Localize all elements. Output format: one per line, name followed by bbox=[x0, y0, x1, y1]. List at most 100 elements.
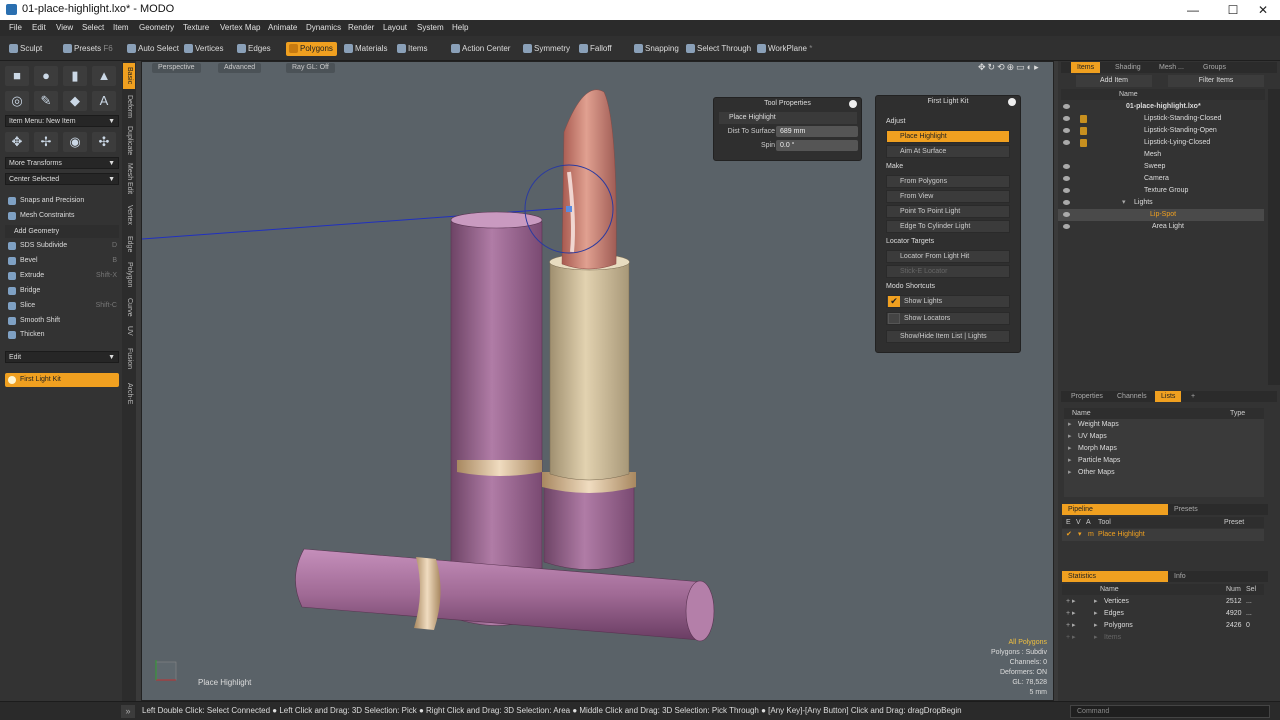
menu-file[interactable]: File bbox=[9, 23, 22, 32]
presets-button[interactable]: Presets F6 bbox=[60, 42, 117, 56]
stats-row-polygons[interactable]: + ▸ ▸ Polygons 2426 0 bbox=[1062, 620, 1264, 632]
item-row-lights[interactable]: ▾ Lights bbox=[1058, 197, 1264, 209]
scale-icon[interactable]: ◉ bbox=[63, 132, 87, 152]
edges-button[interactable]: Edges bbox=[234, 42, 275, 56]
add-geometry-header[interactable]: Add Geometry bbox=[5, 225, 119, 238]
smooth-shift-button[interactable]: Smooth Shift bbox=[5, 314, 119, 328]
falloff-button[interactable]: Falloff bbox=[576, 42, 616, 56]
eye-icon[interactable] bbox=[1063, 104, 1070, 109]
stats-row-items[interactable]: + ▸ ▸ Items bbox=[1062, 632, 1264, 644]
bridge-button[interactable]: Bridge bbox=[5, 284, 119, 298]
lock-icon[interactable] bbox=[1080, 139, 1087, 147]
extrude-button[interactable]: Extrude Shift-X bbox=[5, 269, 119, 283]
add-tab-button[interactable]: + bbox=[1185, 391, 1201, 402]
tab-polygon[interactable]: Polygon bbox=[123, 259, 135, 291]
slice-button[interactable]: Slice Shift-C bbox=[5, 299, 119, 313]
expand-arrow-icon[interactable]: ▾ bbox=[1078, 529, 1082, 541]
gizmo-handle[interactable] bbox=[566, 206, 572, 212]
list-item[interactable]: ▸ Particle Maps bbox=[1064, 455, 1270, 467]
from-polygons-button[interactable]: From Polygons bbox=[886, 175, 1010, 188]
text-icon[interactable]: A bbox=[92, 91, 116, 111]
menu-geometry[interactable]: Geometry bbox=[139, 23, 174, 32]
move-icon[interactable]: ✥ bbox=[5, 132, 29, 152]
menu-render[interactable]: Render bbox=[348, 23, 374, 32]
list-item[interactable]: ▸ Morph Maps bbox=[1064, 443, 1270, 455]
tab-channels[interactable]: Channels bbox=[1111, 391, 1153, 402]
dist-to-surface-field[interactable]: 689 mm bbox=[776, 126, 858, 137]
eye-icon[interactable] bbox=[1063, 224, 1070, 229]
edit-dropdown[interactable]: Edit ▼ bbox=[5, 351, 119, 363]
locator-from-light-button[interactable]: Locator From Light Hit bbox=[886, 250, 1010, 263]
center-selected-dropdown[interactable]: Center Selected ▼ bbox=[5, 173, 119, 185]
mesh-constraints-button[interactable]: Mesh Constraints bbox=[5, 209, 119, 223]
tab-duplicate[interactable]: Duplicate bbox=[123, 123, 135, 159]
tab-properties[interactable]: Properties bbox=[1065, 391, 1109, 402]
panel-close-icon[interactable] bbox=[1008, 98, 1016, 106]
aim-at-surface-button[interactable]: Aim At Surface bbox=[886, 145, 1010, 158]
menu-layout[interactable]: Layout bbox=[383, 23, 407, 32]
menu-edit[interactable]: Edit bbox=[32, 23, 46, 32]
menu-dynamics[interactable]: Dynamics bbox=[306, 23, 341, 32]
list-item[interactable]: ▸ UV Maps bbox=[1064, 431, 1270, 443]
item-row-mesh[interactable]: Mesh bbox=[1058, 149, 1264, 161]
point-to-point-button[interactable]: Point To Point Light bbox=[886, 205, 1010, 218]
items-button[interactable]: Items bbox=[394, 42, 432, 56]
more-transforms-dropdown[interactable]: More Transforms ▼ bbox=[5, 157, 119, 169]
tab-info[interactable]: Info bbox=[1168, 571, 1192, 582]
list-item[interactable]: ▸ Other Maps bbox=[1064, 467, 1270, 479]
maximize-button[interactable]: ☐ bbox=[1216, 0, 1250, 20]
torus-icon[interactable]: ◎ bbox=[5, 91, 29, 111]
item-row-lying-closed[interactable]: Lipstick-Lying-Closed bbox=[1058, 137, 1264, 149]
tab-statistics[interactable]: Statistics bbox=[1062, 571, 1168, 582]
tab-mesh[interactable]: Mesh ... bbox=[1153, 62, 1190, 73]
check-icon[interactable]: ✔ bbox=[1066, 529, 1072, 541]
stats-row-vertices[interactable]: + ▸ ▸ Vertices 2512... bbox=[1062, 596, 1264, 608]
tab-fusion[interactable]: Fusion bbox=[123, 345, 135, 373]
tab-lists[interactable]: Lists bbox=[1155, 391, 1182, 402]
tab-basic[interactable]: Basic bbox=[123, 63, 135, 89]
menu-view[interactable]: View bbox=[56, 23, 73, 32]
menu-select[interactable]: Select bbox=[82, 23, 104, 32]
bevel-button[interactable]: Bevel B bbox=[5, 254, 119, 268]
thicken-button[interactable]: Thicken bbox=[5, 328, 119, 342]
tab-curve[interactable]: Curve bbox=[123, 295, 135, 319]
tab-items[interactable]: Items bbox=[1071, 62, 1101, 73]
expand-command-icon[interactable]: » bbox=[121, 705, 135, 718]
tab-vertex[interactable]: Vertex bbox=[123, 201, 135, 229]
menu-help[interactable]: Help bbox=[452, 23, 468, 32]
transform-icon[interactable]: ✣ bbox=[92, 132, 116, 152]
item-menu-dropdown[interactable]: Item Menu: New Item ▼ bbox=[5, 115, 119, 127]
eye-icon[interactable] bbox=[1063, 116, 1070, 121]
add-item-button[interactable]: Add Item bbox=[1076, 75, 1152, 87]
command-input[interactable]: Command bbox=[1070, 705, 1270, 718]
stats-row-edges[interactable]: + ▸ ▸ Edges 4920... bbox=[1062, 608, 1264, 620]
plane-icon[interactable]: ◆ bbox=[63, 91, 87, 111]
show-lights-toggle[interactable]: ✔ Show Lights bbox=[886, 295, 1010, 308]
first-light-kit-button[interactable]: First Light Kit bbox=[5, 373, 119, 387]
tab-arch-e[interactable]: Arch-E bbox=[123, 379, 135, 409]
snapping-button[interactable]: Snapping bbox=[631, 42, 683, 56]
workplane-button[interactable]: WorkPlane * bbox=[754, 42, 816, 56]
menu-animate[interactable]: Animate bbox=[268, 23, 297, 32]
lock-icon[interactable] bbox=[1080, 115, 1087, 123]
show-locators-toggle[interactable]: Show Locators bbox=[886, 312, 1010, 325]
vertices-button[interactable]: Vertices bbox=[181, 42, 227, 56]
sphere-icon[interactable]: ● bbox=[34, 66, 58, 86]
action-center-button[interactable]: Action Center bbox=[448, 42, 514, 56]
tab-shading[interactable]: Shading bbox=[1109, 62, 1147, 73]
3d-viewport[interactable]: Perspective Advanced Ray GL: Off ✥↻⟲⊕▭◐▸ bbox=[141, 61, 1054, 701]
expand-arrow-icon[interactable]: ▾ bbox=[1122, 197, 1126, 209]
item-row-scene[interactable]: 01-place-highlight.lxo* bbox=[1058, 101, 1264, 113]
item-row-area-light[interactable]: Area Light bbox=[1058, 221, 1264, 233]
eye-icon[interactable] bbox=[1063, 176, 1070, 181]
close-button[interactable]: ✕ bbox=[1246, 0, 1280, 20]
tab-edge[interactable]: Edge bbox=[123, 233, 135, 255]
item-row-lip-spot[interactable]: Lip-Spot bbox=[1058, 209, 1264, 221]
panel-close-icon[interactable] bbox=[849, 100, 857, 108]
menu-system[interactable]: System bbox=[417, 23, 444, 32]
eye-icon[interactable] bbox=[1063, 164, 1070, 169]
pen-icon[interactable]: ✎ bbox=[34, 91, 58, 111]
cone-icon[interactable]: ▲ bbox=[92, 66, 116, 86]
tab-groups[interactable]: Groups bbox=[1197, 62, 1232, 73]
sds-subdivide-button[interactable]: SDS Subdivide D bbox=[5, 239, 119, 253]
